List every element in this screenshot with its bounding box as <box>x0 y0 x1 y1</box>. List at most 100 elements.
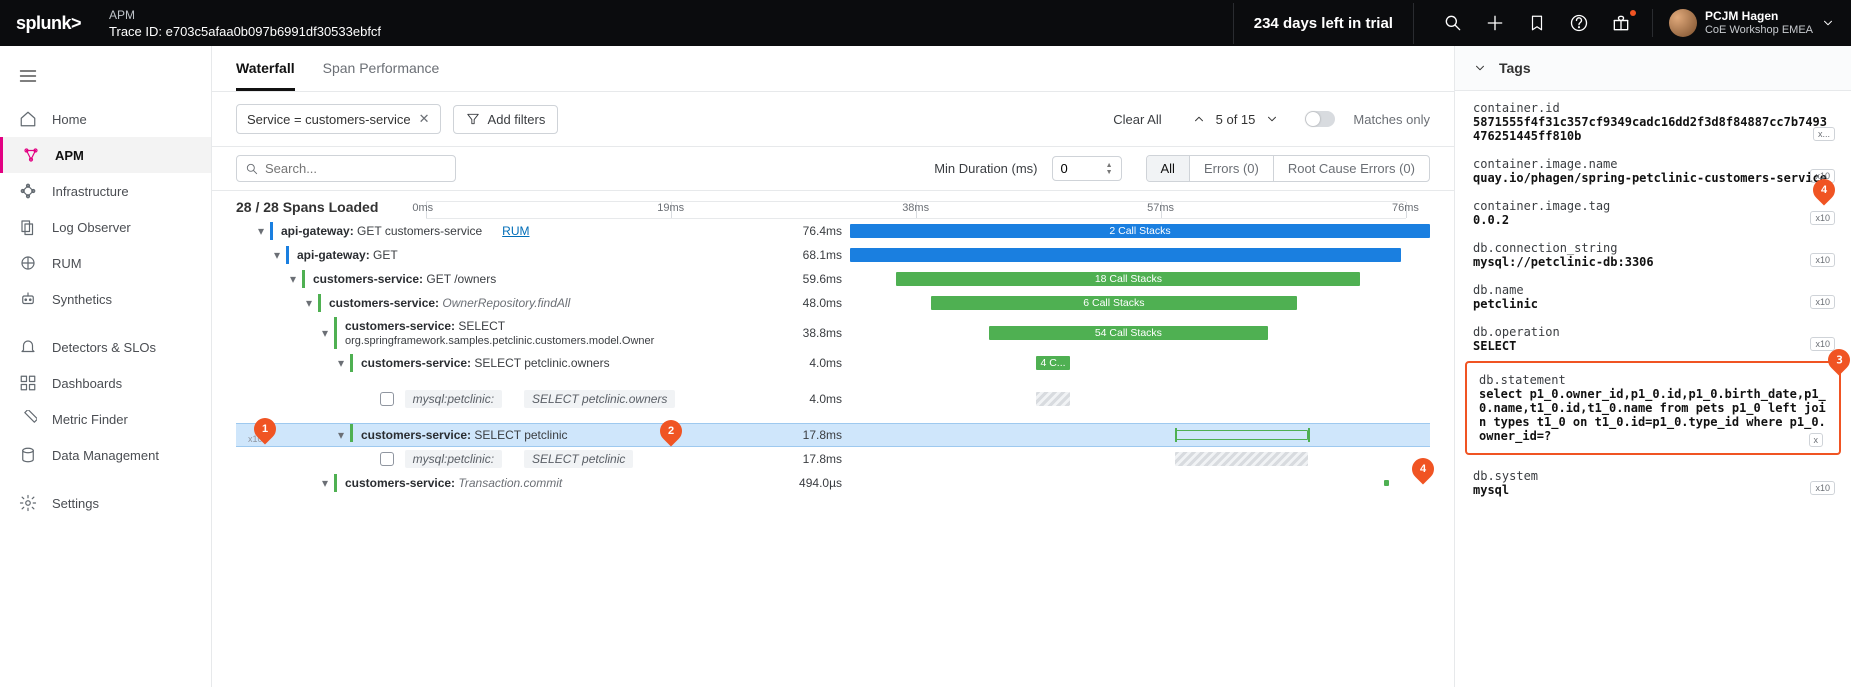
tag-item[interactable]: container.id5871555f4f31c357cf9349cadc16… <box>1455 91 1851 147</box>
tag-item[interactable]: db.systemmysqlx10 <box>1455 459 1851 501</box>
span-row[interactable]: mysql:petclinic:SELECT petclinic.owners4… <box>236 375 1430 423</box>
expand-toggle-icon[interactable]: ▾ <box>334 428 348 442</box>
min-duration-field[interactable] <box>1061 161 1101 176</box>
matches-only-toggle[interactable] <box>1305 111 1335 127</box>
rum-link[interactable]: RUM <box>502 224 529 238</box>
tag-item[interactable]: container.image.tag0.0.2x10 <box>1455 189 1851 231</box>
span-row[interactable]: ▾ customers-service: SELECT petclinic.own… <box>236 351 1430 375</box>
tag-item[interactable]: db.statementselect p1_0.owner_id,p1_0.id… <box>1465 361 1841 455</box>
home-icon <box>18 109 38 129</box>
service-color-bar <box>318 294 321 312</box>
span-bar[interactable] <box>1384 480 1390 486</box>
bar-zone <box>850 450 1430 468</box>
expand-toggle-icon[interactable]: ▾ <box>318 476 332 490</box>
avatar <box>1669 9 1697 37</box>
stepper-up-icon[interactable]: ▲ <box>1106 162 1113 169</box>
sidebar-item-apm[interactable]: APM <box>0 137 211 173</box>
breadcrumb-trace-id: Trace ID: e703c5afaa0b097b6991df30533ebf… <box>109 24 381 39</box>
tag-value: select p1_0.owner_id,p1_0.id,p1_0.birth_… <box>1479 387 1827 443</box>
tag-badge: x10 <box>1810 211 1835 225</box>
seg-root-cause[interactable]: Root Cause Errors (0) <box>1273 156 1429 181</box>
filter-chip-label: Service = customers-service <box>247 112 411 127</box>
span-bar[interactable] <box>1036 392 1071 406</box>
tag-value: 0.0.2 <box>1473 213 1833 227</box>
span-bar[interactable] <box>1175 430 1308 440</box>
sidebar-item-dash[interactable]: Dashboards <box>0 365 211 401</box>
timeline-axis: 0ms19ms38ms57ms76ms <box>426 201 1406 219</box>
span-label: api-gateway: GET customers-service <box>281 224 482 238</box>
sidebar-item-settings[interactable]: Settings <box>0 485 211 521</box>
plus-icon[interactable] <box>1484 12 1506 34</box>
span-label: customers-service: SELECT petclinic.owne… <box>361 356 610 370</box>
span-bar[interactable]: 6 Call Stacks <box>931 296 1296 310</box>
tag-key: container.id <box>1473 101 1833 115</box>
sidebar-item-label: RUM <box>52 256 82 271</box>
clear-all-button[interactable]: Clear All <box>1113 112 1161 127</box>
chevron-down-icon <box>1821 16 1835 30</box>
ruler-icon <box>18 409 38 429</box>
tag-key: container.image.name <box>1473 157 1833 171</box>
expand-toggle-icon[interactable]: ▾ <box>254 224 268 238</box>
span-bar[interactable] <box>850 248 1401 262</box>
bookmark-icon[interactable] <box>1526 12 1548 34</box>
tags-header[interactable]: Tags <box>1455 46 1851 91</box>
expand-toggle-icon[interactable]: ▾ <box>334 356 348 370</box>
chevron-up-icon[interactable] <box>1192 112 1206 126</box>
close-icon[interactable]: ✕ <box>419 111 430 127</box>
expand-toggle-icon[interactable]: ▾ <box>270 248 284 262</box>
tab-waterfall[interactable]: Waterfall <box>236 60 295 91</box>
stepper-down-icon[interactable]: ▼ <box>1106 169 1113 176</box>
seg-all[interactable]: All <box>1147 156 1189 181</box>
search-field[interactable] <box>265 161 447 176</box>
add-filters-button[interactable]: Add filters <box>453 105 559 134</box>
search-input[interactable] <box>236 155 456 182</box>
expand-toggle-icon[interactable]: ▾ <box>286 272 300 286</box>
sidebar-item-rum[interactable]: RUM <box>0 245 211 281</box>
help-icon[interactable] <box>1568 12 1590 34</box>
timeline-tick: 57ms <box>1147 202 1174 214</box>
search-icon[interactable] <box>1442 12 1464 34</box>
span-row[interactable]: ▾customers-service: OwnerRepository.find… <box>236 291 1430 315</box>
sidebar-item-infra[interactable]: Infrastructure <box>0 173 211 209</box>
chevron-down-icon[interactable] <box>1265 112 1279 126</box>
span-row[interactable]: mysql:petclinic:SELECT petclinic17.8ms <box>236 447 1430 471</box>
expand-toggle-icon[interactable]: ▾ <box>318 326 332 340</box>
tag-item[interactable]: container.image.namequay.io/phagen/sprin… <box>1455 147 1851 189</box>
tag-key: db.system <box>1473 469 1833 483</box>
seg-errors[interactable]: Errors (0) <box>1189 156 1273 181</box>
sidebar-item-logs[interactable]: Log Observer <box>0 209 211 245</box>
span-row[interactable]: ▾customers-service: Transaction.commit49… <box>236 471 1430 495</box>
sidebar-item-data[interactable]: Data Management <box>0 437 211 473</box>
menu-toggle-icon[interactable] <box>0 54 211 101</box>
user-menu[interactable]: PCJM Hagen CoE Workshop EMEA <box>1652 9 1835 37</box>
span-bar[interactable] <box>1175 452 1308 466</box>
sidebar-item-metric[interactable]: Metric Finder <box>0 401 211 437</box>
breadcrumb-app[interactable]: APM <box>109 8 381 22</box>
info-chip: mysql:petclinic: <box>405 450 502 468</box>
span-bar[interactable]: 2 Call Stacks <box>850 224 1430 238</box>
gift-icon[interactable] <box>1610 12 1632 34</box>
span-row[interactable]: ▾api-gateway: GET68.1ms <box>236 243 1430 267</box>
span-row[interactable]: ▾customers-service: SELECTorg.springfram… <box>236 315 1430 351</box>
span-duration: 48.0ms <box>803 296 850 310</box>
expand-toggle-icon[interactable]: ▾ <box>302 296 316 310</box>
sidebar-item-detectors[interactable]: Detectors & SLOs <box>0 329 211 365</box>
span-duration: 17.8ms <box>803 428 850 442</box>
span-row[interactable]: ▾customers-service: GET /owners59.6ms18 … <box>236 267 1430 291</box>
min-duration-input[interactable]: ▲▼ <box>1052 156 1122 181</box>
filter-chip[interactable]: Service = customers-service ✕ <box>236 104 441 134</box>
sidebar-item-synth[interactable]: Synthetics <box>0 281 211 317</box>
trial-banner: 234 days left in trial <box>1233 3 1414 44</box>
span-bar[interactable]: 18 Call Stacks <box>896 272 1360 286</box>
span-label: customers-service: GET /owners <box>313 272 496 286</box>
sidebar-item-home[interactable]: Home <box>0 101 211 137</box>
tag-key: db.operation <box>1473 325 1833 339</box>
span-row[interactable]: 1x10▾customers-service: SELECT petclinic… <box>236 423 1430 447</box>
tag-item[interactable]: db.operationSELECTx10 <box>1455 315 1851 357</box>
tag-item[interactable]: db.namepetclinicx10 <box>1455 273 1851 315</box>
span-row[interactable]: ▾api-gateway: GET customers-serviceRUM76… <box>236 219 1430 243</box>
span-bar[interactable]: 4 C... <box>1036 356 1071 370</box>
tag-item[interactable]: db.connection_stringmysql://petclinic-db… <box>1455 231 1851 273</box>
tab-span-performance[interactable]: Span Performance <box>323 60 440 91</box>
span-bar[interactable]: 54 Call Stacks <box>989 326 1267 340</box>
